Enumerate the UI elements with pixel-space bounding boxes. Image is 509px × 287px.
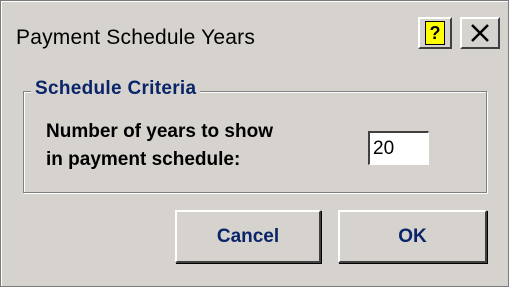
cancel-button[interactable]: Cancel [175,210,321,263]
help-button[interactable]: ? [418,17,452,49]
group-title: Schedule Criteria [31,78,201,100]
years-field-label: Number of years to show in payment sched… [46,118,346,174]
years-label-line1: Number of years to show [46,121,273,142]
payment-schedule-dialog: Payment Schedule Years ? Schedule Criter… [0,0,509,287]
years-input[interactable] [368,131,429,165]
ok-button[interactable]: OK [338,210,487,263]
close-button[interactable] [460,17,500,49]
window-title: Payment Schedule Years [16,26,256,49]
help-question-icon: ? [425,21,445,45]
title-bar[interactable]: Payment Schedule Years ? [2,2,507,60]
years-label-line2: in payment schedule: [46,149,241,170]
close-x-icon [471,24,489,42]
